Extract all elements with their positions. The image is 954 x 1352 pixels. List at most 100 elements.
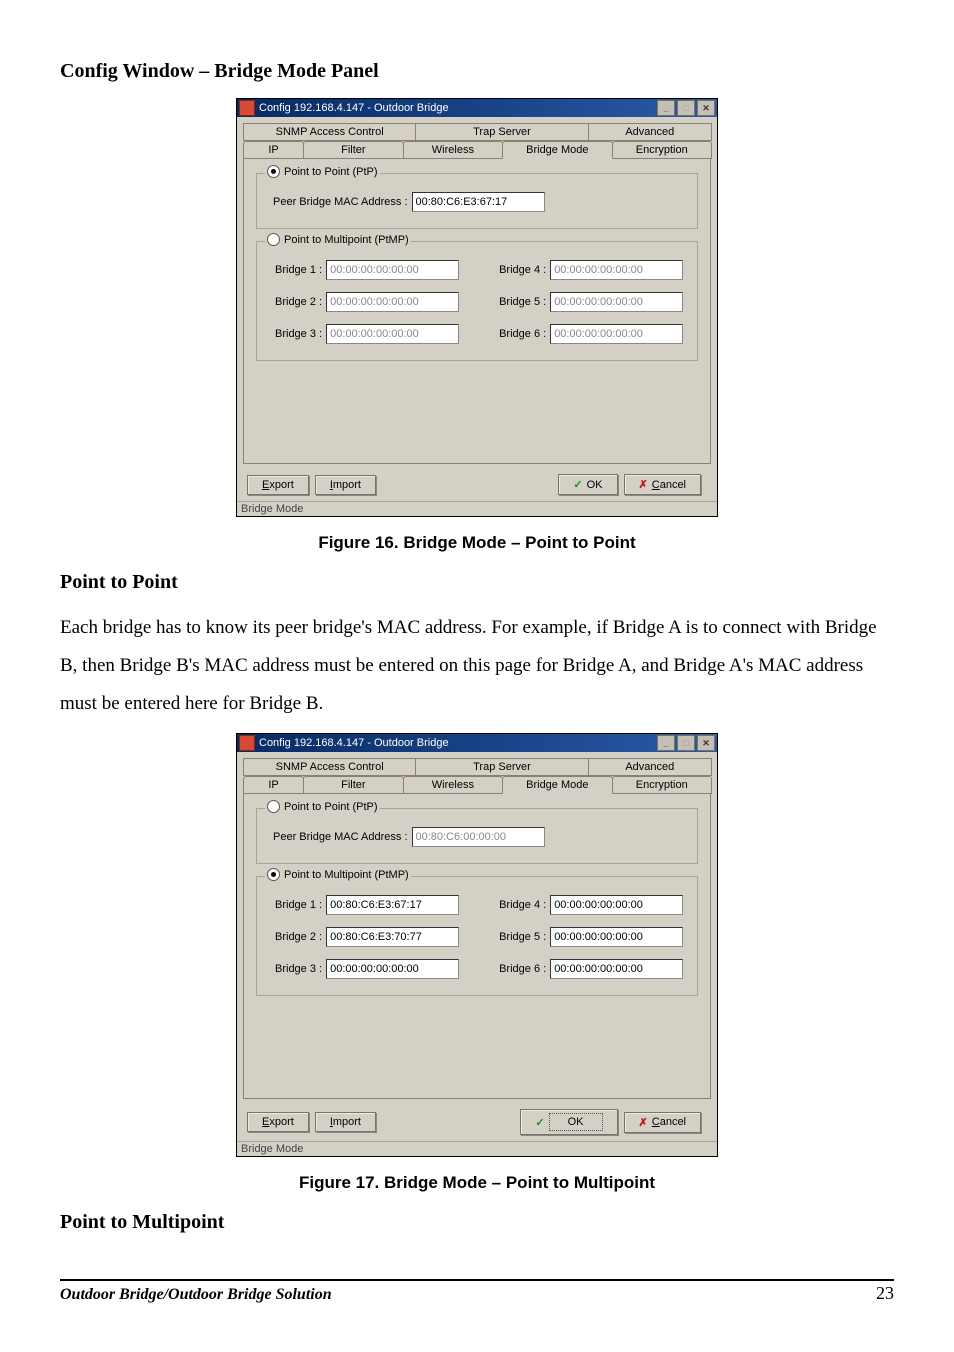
bridge2-input[interactable] [326, 927, 459, 947]
tab-advanced[interactable]: Advanced [588, 758, 712, 776]
ok-button[interactable]: ✓OK [558, 474, 617, 495]
dialog2-title: Config 192.168.4.147 - Outdoor Bridge [259, 737, 655, 749]
group-ptp-label[interactable]: Point to Point (PtP) [265, 800, 380, 813]
peer-input[interactable] [412, 192, 545, 212]
maximize-button[interactable]: □ [677, 735, 695, 751]
radio-ptmp-text: Point to Multipoint (PtMP) [284, 234, 409, 246]
heading-config-window: Config Window – Bridge Mode Panel [60, 60, 894, 83]
peer-label: Peer Bridge MAC Address : [273, 831, 408, 843]
minimize-button[interactable]: _ [657, 100, 675, 116]
page-footer: Outdoor Bridge/Outdoor Bridge Solution 2… [60, 1279, 894, 1304]
dialog2: Config 192.168.4.147 - Outdoor Bridge _ … [236, 733, 718, 1157]
ptp-paragraph: Each bridge has to know its peer bridge'… [60, 609, 894, 723]
bridge1-label: Bridge 1 : [275, 264, 322, 276]
tab-content: Point to Point (PtP) Peer Bridge MAC Add… [243, 793, 711, 1099]
group-ptp-label[interactable]: Point to Point (PtP) [265, 165, 380, 178]
dialog1-titlebar: Config 192.168.4.147 - Outdoor Bridge _ … [237, 99, 717, 117]
tab-trap[interactable]: Trap Server [415, 123, 588, 141]
export-button[interactable]: Export [247, 475, 309, 495]
bridge3-label: Bridge 3 : [275, 963, 322, 975]
check-icon: ✓ [535, 1116, 544, 1129]
bridge2-label: Bridge 2 : [275, 296, 322, 308]
bridge6-label: Bridge 6 : [499, 963, 546, 975]
group-ptmp: Point to Multipoint (PtMP) Bridge 1 : Br… [256, 876, 698, 996]
bridge4-input[interactable] [550, 895, 683, 915]
tab-ip[interactable]: IP [243, 141, 304, 159]
figure17-caption: Figure 17. Bridge Mode – Point to Multip… [60, 1173, 894, 1193]
minimize-button[interactable]: _ [657, 735, 675, 751]
dialog2-titlebar: Config 192.168.4.147 - Outdoor Bridge _ … [237, 734, 717, 752]
footer-title: Outdoor Bridge/Outdoor Bridge Solution [60, 1286, 876, 1304]
radio-ptp[interactable] [267, 165, 280, 178]
bridge3-input[interactable] [326, 324, 459, 344]
import-button[interactable]: Import [315, 475, 376, 495]
bridge2-input[interactable] [326, 292, 459, 312]
bridge4-label: Bridge 4 : [499, 264, 546, 276]
tab-snmp[interactable]: SNMP Access Control [243, 123, 416, 141]
heading-ptp: Point to Point [60, 571, 894, 594]
bridge5-label: Bridge 5 : [499, 296, 546, 308]
peer-label: Peer Bridge MAC Address : [273, 196, 408, 208]
x-icon: ✗ [639, 1116, 648, 1129]
ok-button[interactable]: ✓OK [520, 1109, 617, 1135]
tab-encryption[interactable]: Encryption [612, 141, 713, 159]
tab-bridgemode[interactable]: Bridge Mode [502, 776, 612, 794]
dialog2-wrapper: Config 192.168.4.147 - Outdoor Bridge _ … [60, 733, 894, 1157]
tab-wireless[interactable]: Wireless [403, 776, 504, 794]
group-ptmp: Point to Multipoint (PtMP) Bridge 1 : Br… [256, 241, 698, 361]
maximize-button[interactable]: □ [677, 100, 695, 116]
close-button[interactable]: ✕ [697, 100, 715, 116]
bridge5-input[interactable] [550, 292, 683, 312]
app-icon [239, 100, 255, 116]
close-button[interactable]: ✕ [697, 735, 715, 751]
bridge2-label: Bridge 2 : [275, 931, 322, 943]
heading-ptmp: Point to Multipoint [60, 1211, 894, 1234]
bridge6-label: Bridge 6 : [499, 328, 546, 340]
button-row: Export Import ✓OK ✗Cancel [237, 1103, 717, 1141]
group-ptmp-label[interactable]: Point to Multipoint (PtMP) [265, 868, 411, 881]
tab-snmp[interactable]: SNMP Access Control [243, 758, 416, 776]
bridge1-input[interactable] [326, 260, 459, 280]
export-button[interactable]: Export [247, 1112, 309, 1132]
dialog1: Config 192.168.4.147 - Outdoor Bridge _ … [236, 98, 718, 517]
tab-encryption[interactable]: Encryption [612, 776, 713, 794]
import-button[interactable]: Import [315, 1112, 376, 1132]
bridge4-input[interactable] [550, 260, 683, 280]
button-row: Export Import ✓OK ✗Cancel [237, 468, 717, 501]
bridge5-input[interactable] [550, 927, 683, 947]
radio-ptp-text: Point to Point (PtP) [284, 166, 378, 178]
radio-ptmp[interactable] [267, 868, 280, 881]
tab-bridgemode[interactable]: Bridge Mode [502, 141, 612, 159]
tab-ip[interactable]: IP [243, 776, 304, 794]
bridge4-label: Bridge 4 : [499, 899, 546, 911]
dialog1-wrapper: Config 192.168.4.147 - Outdoor Bridge _ … [60, 98, 894, 517]
bridge6-input[interactable] [550, 959, 683, 979]
group-ptp: Point to Point (PtP) Peer Bridge MAC Add… [256, 173, 698, 229]
bridge3-input[interactable] [326, 959, 459, 979]
radio-ptmp[interactable] [267, 233, 280, 246]
bridge1-label: Bridge 1 : [275, 899, 322, 911]
tab-filter[interactable]: Filter [303, 141, 404, 159]
bridge1-input[interactable] [326, 895, 459, 915]
app-icon [239, 735, 255, 751]
cancel-button[interactable]: ✗Cancel [624, 474, 701, 495]
group-ptmp-label[interactable]: Point to Multipoint (PtMP) [265, 233, 411, 246]
peer-input[interactable] [412, 827, 545, 847]
page-number: 23 [876, 1283, 894, 1304]
tab-content: Point to Point (PtP) Peer Bridge MAC Add… [243, 158, 711, 464]
cancel-button[interactable]: ✗Cancel [624, 1112, 701, 1133]
radio-ptmp-text: Point to Multipoint (PtMP) [284, 869, 409, 881]
figure16-caption: Figure 16. Bridge Mode – Point to Point [60, 533, 894, 553]
group-ptp: Point to Point (PtP) Peer Bridge MAC Add… [256, 808, 698, 864]
check-icon: ✓ [573, 478, 582, 491]
radio-ptp[interactable] [267, 800, 280, 813]
x-icon: ✗ [639, 478, 648, 491]
tab-advanced[interactable]: Advanced [588, 123, 712, 141]
bridge6-input[interactable] [550, 324, 683, 344]
tab-wireless[interactable]: Wireless [403, 141, 504, 159]
tab-trap[interactable]: Trap Server [415, 758, 588, 776]
bridge5-label: Bridge 5 : [499, 931, 546, 943]
status-bar: Bridge Mode [237, 1141, 717, 1156]
tab-filter[interactable]: Filter [303, 776, 404, 794]
bridge3-label: Bridge 3 : [275, 328, 322, 340]
